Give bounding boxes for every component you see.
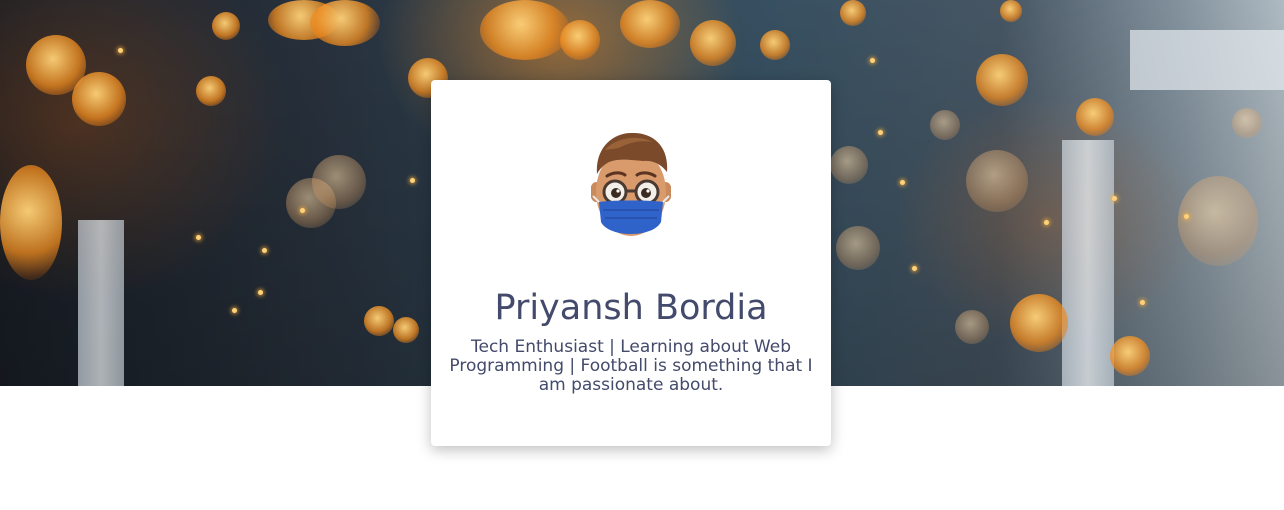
bokeh-light [830,146,868,184]
bokeh-light [1232,108,1262,138]
spark [410,178,415,183]
profile-bio: Tech Enthusiast | Learning about Web Pro… [449,337,813,395]
bokeh-light [1010,294,1068,352]
bokeh-light [836,226,880,270]
bokeh-light [620,0,680,48]
spark [878,130,883,135]
bokeh-light [212,12,240,40]
bokeh-light [1000,0,1022,22]
spark [1140,300,1145,305]
bokeh-light [393,317,419,343]
hero-building [1130,30,1284,90]
bokeh-light [0,165,62,280]
bokeh-light [1178,176,1258,266]
spark [1044,220,1049,225]
bokeh-light [72,72,126,126]
bokeh-light [955,310,989,344]
spark [232,308,237,313]
spark [1184,214,1189,219]
bokeh-light [840,0,866,26]
bokeh-light [1076,98,1114,136]
hero-pillar-left [78,220,124,386]
bokeh-light [196,76,226,106]
spark [118,48,123,53]
spark [300,208,305,213]
spark [870,58,875,63]
spark [1112,196,1117,201]
bokeh-light [364,306,394,336]
profile-card: Priyansh Bordia Tech Enthusiast | Learni… [431,80,831,446]
bokeh-light [966,150,1028,212]
spark [262,248,267,253]
bokeh-light [976,54,1028,106]
bokeh-light [930,110,960,140]
bokeh-light [480,0,570,60]
memoji-avatar-with-mask-icon [590,130,672,248]
spark [196,235,201,240]
hero-pillar-right [1062,140,1114,386]
bokeh-light [560,20,600,60]
bokeh-light [760,30,790,60]
bokeh-light [690,20,736,66]
spark [258,290,263,295]
spark [900,180,905,185]
profile-name: Priyansh Bordia [494,288,768,328]
bokeh-light [1110,336,1150,376]
bokeh-light [312,155,366,209]
spark [912,266,917,271]
bokeh-light [310,0,380,46]
